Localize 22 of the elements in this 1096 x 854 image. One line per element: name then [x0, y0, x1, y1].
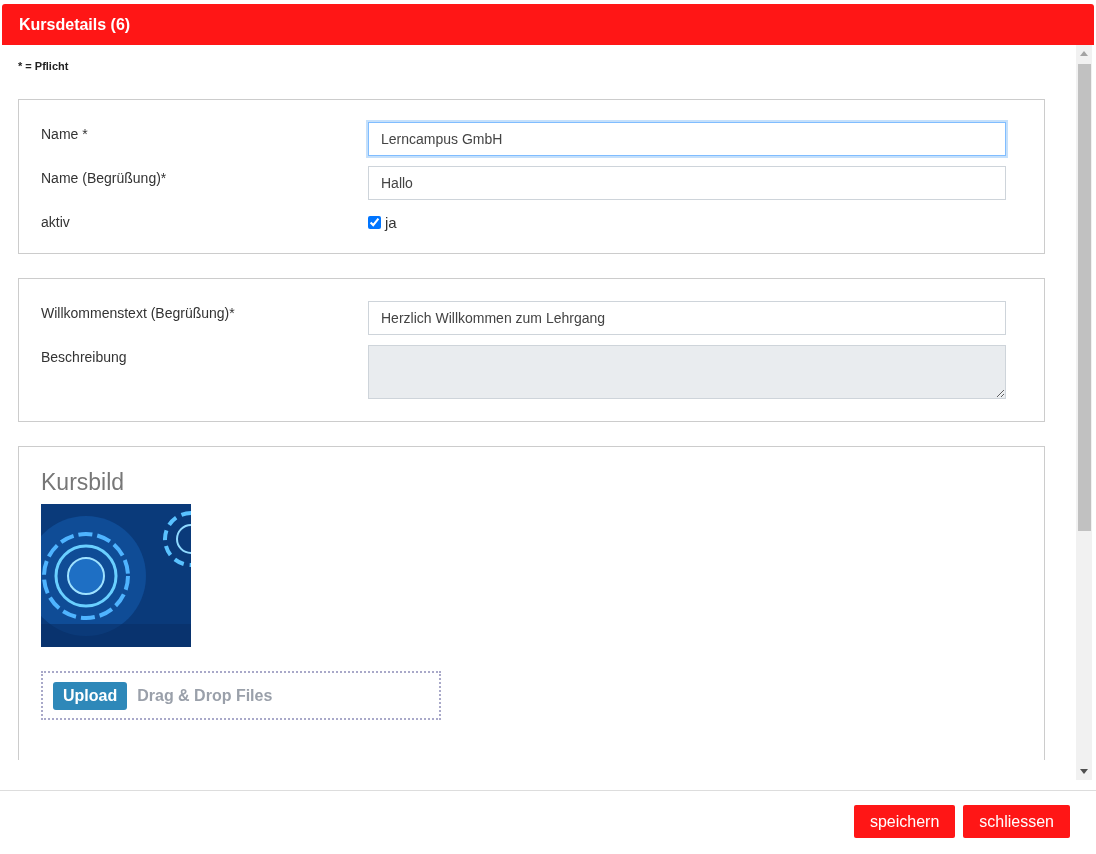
dropzone-hint: Drag & Drop Files: [137, 686, 273, 705]
scrollbar[interactable]: [1076, 45, 1092, 780]
text-field[interactable]: Lerncampus GmbH: [368, 122, 1006, 156]
required-note: * = Pflicht: [18, 60, 70, 72]
checkbox-label: ja: [385, 214, 397, 231]
text-field[interactable]: Hallo: [368, 166, 1006, 200]
field-label: Willkommenstext (Begrüßung)*: [41, 304, 236, 321]
scrollbar-thumb[interactable]: [1077, 64, 1091, 531]
scroll-up-icon[interactable]: [1080, 51, 1088, 56]
dialog-button[interactable]: speichern: [853, 805, 956, 838]
field-label: Name (Begrüßung)*: [41, 169, 168, 186]
field-label: Name *: [41, 125, 89, 142]
upload-dropzone[interactable]: Upload Drag & Drop Files: [41, 671, 441, 720]
dialog-title: Kursdetails (6): [19, 15, 131, 34]
checkbox[interactable]: [368, 216, 381, 229]
field-label: Beschreibung: [41, 348, 128, 365]
dialog-button[interactable]: schliessen: [963, 805, 1070, 838]
text-field[interactable]: Herzlich Willkommen zum Lehrgang: [368, 301, 1006, 335]
upload-button[interactable]: Upload: [53, 681, 128, 710]
section-title: Kursbild: [41, 469, 125, 496]
field-label: aktiv: [41, 213, 71, 230]
scroll-down-icon[interactable]: [1080, 769, 1088, 774]
